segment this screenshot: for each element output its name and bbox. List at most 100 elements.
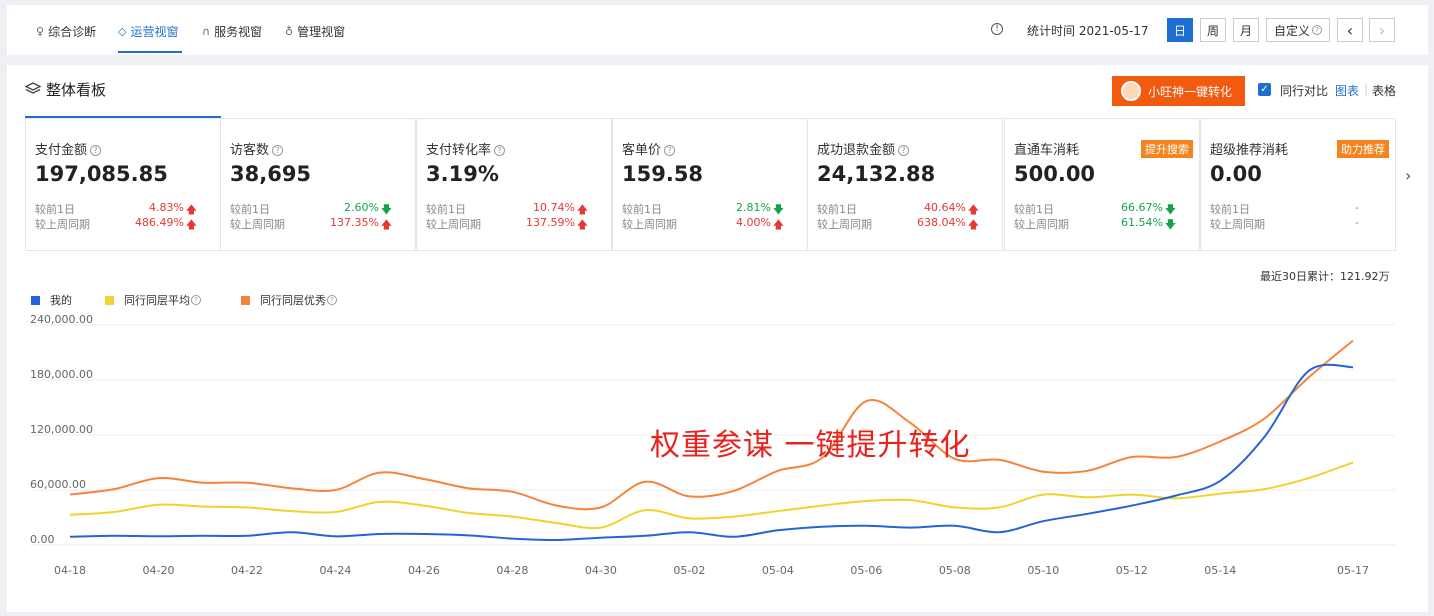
next-date-button[interactable]: › xyxy=(1369,18,1395,42)
x-tick-label: 04-24 xyxy=(319,564,351,577)
metric-value: 0.00 xyxy=(1210,162,1262,186)
week-compare-label: 较上周同期 xyxy=(35,218,90,231)
legend-mine-label: 我的 xyxy=(50,294,72,307)
metric-value: 24,132.88 xyxy=(817,162,936,186)
tab-management-label: 管理视窗 xyxy=(297,24,346,39)
x-tick-label: 05-14 xyxy=(1204,564,1236,577)
day-compare-label: 较前1日 xyxy=(1210,203,1250,216)
x-tick-label: 04-30 xyxy=(585,564,617,577)
legend-mine[interactable]: 我的 xyxy=(31,292,72,308)
panel-title: 整体看板 xyxy=(46,81,107,99)
x-tick-label: 05-12 xyxy=(1116,564,1148,577)
cards-next-arrow-icon[interactable]: › xyxy=(1405,166,1411,185)
metric-title: 支付金额? xyxy=(35,139,102,158)
top-nav-bar: ♀ 综合诊断 ◇ 运营视窗 ∩ 服务视窗 ♁ 管理视窗 ! 统计时间 2021-05-1… xyxy=(7,5,1428,55)
active-tab-indicator xyxy=(118,51,182,53)
x-tick-label: 04-20 xyxy=(142,564,174,577)
day-compare-value: 4.83% xyxy=(149,201,184,214)
week-compare-value: 61.54% xyxy=(1121,216,1163,229)
tab-diagnosis[interactable]: ♀ 综合诊断 xyxy=(36,21,96,41)
metric-title: 支付转化率? xyxy=(426,139,506,158)
week-compare-value: 486.49% xyxy=(135,216,184,229)
metric-badge[interactable]: 提升搜索 xyxy=(1141,140,1193,158)
tab-operations-label: 运营视窗 xyxy=(130,24,179,39)
metric-value: 3.19% xyxy=(426,162,499,186)
day-compare-label: 较前1日 xyxy=(35,203,75,216)
prev-date-button[interactable]: ‹ xyxy=(1337,18,1363,42)
metric-value: 500.00 xyxy=(1014,162,1096,186)
metric-title-text: 支付转化率 xyxy=(426,143,492,158)
peer-compare-label: 同行对比 xyxy=(1280,84,1329,98)
y-tick-label: 180,000.00 xyxy=(30,368,93,381)
day-compare-label: 较前1日 xyxy=(1014,203,1054,216)
period-day-button[interactable]: 日 xyxy=(1167,18,1193,42)
arrow-up-icon: 🡅 xyxy=(772,218,784,231)
day-compare-value: 2.81% xyxy=(736,201,771,214)
metric-card[interactable]: 客单价? 159.58 较前1日 2.81% 🡇 较上周同期 4.00% 🡅 xyxy=(612,118,808,251)
week-compare-label: 较上周同期 xyxy=(1210,218,1265,231)
tab-operations[interactable]: ◇ 运营视窗 xyxy=(118,21,178,41)
week-compare-label: 较上周同期 xyxy=(817,218,872,231)
week-compare-label: 较上周同期 xyxy=(1014,218,1069,231)
metric-title-text: 成功退款金额 xyxy=(817,143,896,158)
help-icon: ? xyxy=(664,145,676,156)
day-compare-label: 较前1日 xyxy=(230,203,270,216)
day-compare-label: 较前1日 xyxy=(426,203,466,216)
medal-icon: ♁ xyxy=(285,24,294,38)
period-custom-label: 自定义 xyxy=(1273,23,1310,38)
legend-avg[interactable]: 同行同层平均 ? xyxy=(105,292,201,308)
metric-card[interactable]: 支付转化率? 3.19% 较前1日 10.74% 🡅 较上周同期 137.59% 🡅 xyxy=(416,118,612,251)
metric-title: 直通车消耗 xyxy=(1014,139,1079,158)
week-compare-value: 638.04% xyxy=(917,216,966,229)
day-compare-value: 10.74% xyxy=(533,201,575,214)
x-tick-label: 04-26 xyxy=(408,564,440,577)
period-week-button[interactable]: 周 xyxy=(1200,18,1226,42)
tab-management[interactable]: ♁ 管理视窗 xyxy=(285,21,345,41)
shield-icon: ◇ xyxy=(118,24,127,38)
metric-badge[interactable]: 助力推荐 xyxy=(1337,140,1389,158)
view-chart-link[interactable]: 图表 xyxy=(1335,82,1359,99)
stat-time: 统计时间 2021-05-17 xyxy=(1027,24,1149,38)
day-compare-value: 66.67% xyxy=(1121,201,1163,214)
week-compare-label: 较上周同期 xyxy=(622,218,677,231)
x-tick-label: 05-02 xyxy=(673,564,705,577)
metric-title: 超级推荐消耗 xyxy=(1210,139,1288,158)
view-table-link[interactable]: 表格 xyxy=(1372,82,1396,99)
peer-compare-checkbox[interactable]: ✓ xyxy=(1258,83,1271,96)
y-tick-label: 0.00 xyxy=(30,533,55,546)
metric-card[interactable]: 访客数? 38,695 较前1日 2.60% 🡇 较上周同期 137.35% 🡅 xyxy=(220,118,416,251)
period-custom-button[interactable]: 自定义 ? xyxy=(1266,18,1330,42)
tab-service-label: 服务视窗 xyxy=(214,24,263,39)
help-icon: ? xyxy=(1312,25,1322,35)
overlay-promo-text: 权重参谋 一键提升转化 xyxy=(650,428,971,463)
help-icon: ? xyxy=(191,295,201,305)
metric-card[interactable]: 支付金额? 197,085.85 较前1日 4.83% 🡅 较上周同期 486.49% 🡅 xyxy=(25,118,221,251)
legend-excellent[interactable]: 同行同层优秀 ? xyxy=(241,292,337,308)
tab-service[interactable]: ∩ 服务视窗 xyxy=(202,21,262,41)
week-compare-value: - xyxy=(1355,216,1359,229)
metric-title-text: 超级推荐消耗 xyxy=(1210,143,1289,158)
info-icon[interactable]: ! xyxy=(991,23,1003,35)
metric-title: 访客数? xyxy=(230,139,284,158)
one-click-convert-label: 小旺神一键转化 xyxy=(1148,84,1233,99)
metric-card[interactable]: 成功退款金额? 24,132.88 较前1日 40.64% 🡅 较上周同期 638.04% 🡅 xyxy=(807,118,1003,251)
y-tick-label: 60,000.00 xyxy=(30,478,86,491)
arrow-up-icon: 🡅 xyxy=(380,218,392,231)
metric-title-text: 直通车消耗 xyxy=(1014,143,1080,158)
day-compare-value: 2.60% xyxy=(344,201,379,214)
x-tick-label: 05-17 xyxy=(1337,564,1369,577)
one-click-convert-button[interactable]: 小旺神一键转化 xyxy=(1112,76,1245,106)
x-tick-label: 05-10 xyxy=(1027,564,1059,577)
metric-card[interactable]: 直通车消耗 提升搜索 500.00 较前1日 66.67% 🡇 较上周同期 61.54% 🡇 xyxy=(1004,118,1200,251)
metric-card[interactable]: 超级推荐消耗 助力推荐 0.00 较前1日 - 较上周同期 - xyxy=(1200,118,1396,251)
metric-value: 197,085.85 xyxy=(35,162,168,186)
y-tick-label: 240,000.00 xyxy=(30,313,93,326)
period-month-button[interactable]: 月 xyxy=(1233,18,1259,42)
chevron-right-icon: › xyxy=(1378,20,1386,40)
x-tick-label: 04-18 xyxy=(54,564,86,577)
week-compare-value: 4.00% xyxy=(736,216,771,229)
week-compare-label: 较上周同期 xyxy=(426,218,481,231)
metric-value: 159.58 xyxy=(622,162,704,186)
mascot-icon xyxy=(1121,81,1141,101)
arrow-up-icon: 🡅 xyxy=(576,218,588,231)
